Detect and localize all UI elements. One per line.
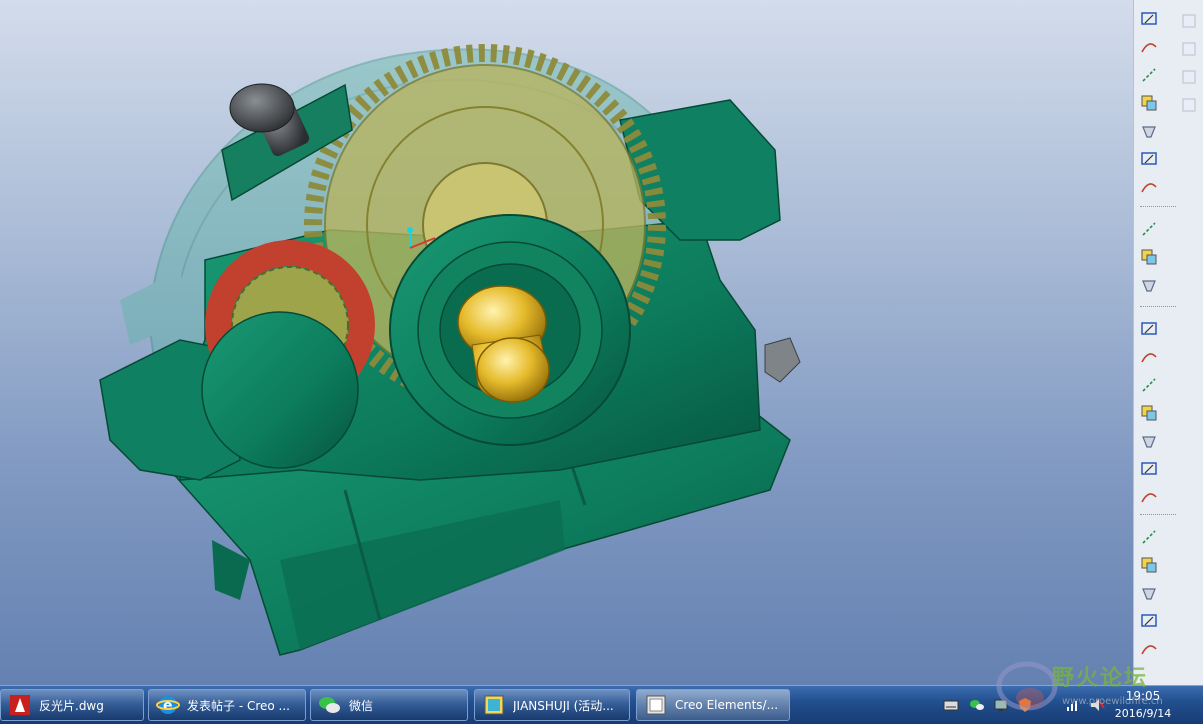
toolbar-separator <box>1140 514 1176 515</box>
shield-icon[interactable] <box>1017 697 1033 713</box>
select-icon[interactable] <box>1178 66 1200 88</box>
blend-icon[interactable] <box>1138 486 1160 508</box>
revolve-icon[interactable] <box>1138 246 1160 268</box>
task-label: 反光片.dwg <box>39 698 104 713</box>
paste-icon[interactable] <box>1178 38 1200 60</box>
gearbox-model[interactable] <box>0 0 1133 685</box>
datum-plane-icon[interactable] <box>1138 36 1160 58</box>
task-label: Creo Elements/... <box>675 698 779 712</box>
task-creo-window[interactable]: JIANSHUJI (活动... <box>474 689 630 721</box>
clock-time[interactable]: 19:05 <box>1118 689 1168 703</box>
creo-window-icon <box>481 692 507 718</box>
task-label: 发表帖子 - Creo ... <box>187 698 290 713</box>
datum-point-icon[interactable] <box>1138 120 1160 142</box>
toolbar-separator <box>1140 306 1176 307</box>
side-bolt <box>764 337 801 383</box>
task-creo-app[interactable]: Creo Elements/... <box>636 689 790 721</box>
chamfer-icon[interactable] <box>1138 458 1160 480</box>
wechat-icon <box>317 692 343 718</box>
solidify-icon[interactable] <box>1138 638 1160 660</box>
pinion-gear <box>201 240 375 469</box>
pattern-icon[interactable] <box>1138 526 1160 548</box>
task-ie[interactable]: e 发表帖子 - Creo ... <box>148 689 306 721</box>
filter-icon[interactable] <box>1178 94 1200 116</box>
autocad-icon <box>7 692 33 718</box>
sketch-curve-icon[interactable] <box>1138 8 1160 30</box>
task-autocad[interactable]: 反光片.dwg <box>0 689 144 721</box>
keyboard-icon[interactable] <box>943 697 959 713</box>
volume-muted-icon[interactable] <box>1089 697 1105 713</box>
datum-curve-icon[interactable] <box>1138 92 1160 114</box>
thicken-icon[interactable] <box>1138 610 1160 632</box>
datum-axis-icon[interactable] <box>1138 64 1160 86</box>
shell-icon[interactable] <box>1138 346 1160 368</box>
analysis-icon[interactable] <box>1138 176 1160 198</box>
network-icon[interactable] <box>993 697 1009 713</box>
sweep-icon[interactable] <box>1138 274 1160 296</box>
task-wechat[interactable]: 微信 <box>310 689 468 721</box>
offset-icon[interactable] <box>1138 582 1160 604</box>
windows-taskbar: 反光片.dwg e 发表帖子 - Creo ... 微信 JIANSHUJI (… <box>0 685 1203 724</box>
signal-icon[interactable] <box>1065 697 1081 713</box>
mirror-icon[interactable] <box>1138 554 1160 576</box>
copy-icon[interactable] <box>1178 10 1200 32</box>
task-label: 微信 <box>349 698 374 713</box>
toolbar-separator <box>1140 206 1176 207</box>
rib-icon[interactable] <box>1138 374 1160 396</box>
extrude-icon[interactable] <box>1138 218 1160 240</box>
model-viewport[interactable] <box>0 0 1133 685</box>
round-icon[interactable] <box>1138 430 1160 452</box>
clock-date[interactable]: 2016/9/14 <box>1108 707 1178 720</box>
draft-icon[interactable] <box>1138 402 1160 424</box>
hole-icon[interactable] <box>1138 318 1160 340</box>
ie-icon: e <box>155 692 181 718</box>
creo-app-icon <box>643 692 669 718</box>
datum-csys-icon[interactable] <box>1138 148 1160 170</box>
task-label: JIANSHUJI (活动... <box>513 698 614 713</box>
feature-toolbar <box>1133 0 1203 685</box>
wechat-tray-icon[interactable] <box>969 697 985 713</box>
